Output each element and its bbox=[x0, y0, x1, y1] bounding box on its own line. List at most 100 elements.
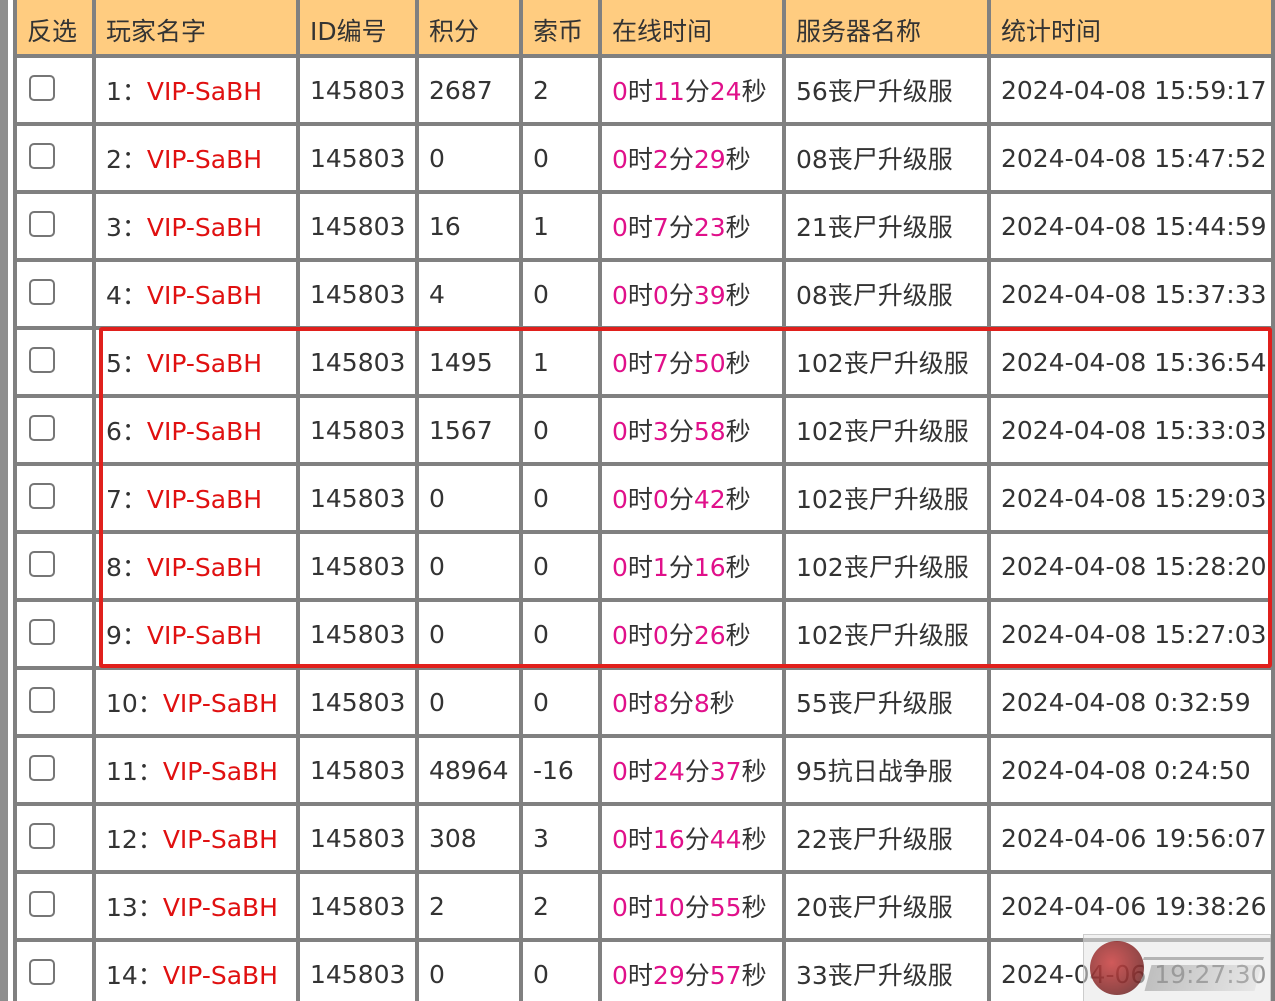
player-name-cell: 4：VIP-SaBH bbox=[96, 262, 296, 326]
row-checkbox[interactable] bbox=[29, 551, 55, 577]
online-time-cell: 0时0分39秒 bbox=[602, 262, 782, 326]
table-row: 10：VIP-SaBH 145803 0 0 0时8分8秒 55丧尸升级服 20… bbox=[17, 670, 1271, 734]
seconds-value: 42 bbox=[693, 485, 726, 514]
row-checkbox[interactable] bbox=[29, 823, 55, 849]
player-id: 145803 bbox=[300, 262, 415, 326]
select-cell bbox=[17, 194, 92, 258]
server-name: 21丧尸升级服 bbox=[786, 194, 987, 258]
table-row: 2：VIP-SaBH 145803 0 0 0时2分29秒 08丧尸升级服 20… bbox=[17, 126, 1271, 190]
points-value: 16 bbox=[419, 194, 519, 258]
row-checkbox[interactable] bbox=[29, 483, 55, 509]
row-checkbox[interactable] bbox=[29, 619, 55, 645]
row-checkbox[interactable] bbox=[29, 211, 55, 237]
minutes-value: 1 bbox=[652, 553, 669, 582]
header-stat-time: 统计时间 bbox=[991, 0, 1271, 54]
row-checkbox[interactable] bbox=[29, 279, 55, 305]
minutes-unit: 分 bbox=[684, 757, 710, 786]
minutes-value: 0 bbox=[652, 485, 669, 514]
coins-value: -16 bbox=[523, 738, 598, 802]
row-index: 2： bbox=[106, 145, 147, 174]
player-name: VIP-SaBH bbox=[146, 553, 263, 582]
player-id: 145803 bbox=[300, 58, 415, 122]
online-time-cell: 0时7分23秒 bbox=[602, 194, 782, 258]
seconds-value: 23 bbox=[693, 213, 726, 242]
coins-value: 0 bbox=[523, 670, 598, 734]
table-row: 6：VIP-SaBH 145803 1567 0 0时3分58秒 102丧尸升级… bbox=[17, 398, 1271, 462]
minutes-unit: 分 bbox=[668, 213, 694, 242]
seconds-value: 57 bbox=[709, 961, 742, 990]
seconds-value: 58 bbox=[693, 417, 726, 446]
player-name-cell: 8：VIP-SaBH bbox=[96, 534, 296, 598]
coins-value: 1 bbox=[523, 330, 598, 394]
online-time-cell: 0时7分50秒 bbox=[602, 330, 782, 394]
points-value: 48964 bbox=[419, 738, 519, 802]
row-index: 5： bbox=[106, 349, 147, 378]
hours-unit: 时 bbox=[627, 757, 653, 786]
stat-time: 2024-04-08 15:36:54 bbox=[991, 330, 1271, 394]
table-row: 13：VIP-SaBH 145803 2 2 0时10分55秒 20丧尸升级服 … bbox=[17, 874, 1271, 938]
online-time-cell: 0时3分58秒 bbox=[602, 398, 782, 462]
stat-time: 2024-04-08 15:33:03 bbox=[991, 398, 1271, 462]
hours-unit: 时 bbox=[627, 145, 653, 174]
row-checkbox[interactable] bbox=[29, 891, 55, 917]
hours-value: 0 bbox=[612, 825, 628, 854]
hours-unit: 时 bbox=[627, 485, 653, 514]
player-id: 145803 bbox=[300, 126, 415, 190]
points-value: 0 bbox=[419, 670, 519, 734]
points-value: 1567 bbox=[419, 398, 519, 462]
online-time-cell: 0时16分44秒 bbox=[602, 806, 782, 870]
select-cell bbox=[17, 534, 92, 598]
coins-value: 1 bbox=[523, 194, 598, 258]
minutes-unit: 分 bbox=[684, 825, 710, 854]
row-checkbox[interactable] bbox=[29, 687, 55, 713]
row-index: 12： bbox=[106, 825, 163, 854]
row-checkbox[interactable] bbox=[29, 143, 55, 169]
points-value: 0 bbox=[419, 602, 519, 666]
minutes-value: 0 bbox=[652, 621, 669, 650]
select-cell bbox=[17, 262, 92, 326]
stat-time: 2024-04-06 19:56:07 bbox=[991, 806, 1271, 870]
select-cell bbox=[17, 738, 92, 802]
player-name-cell: 11：VIP-SaBH bbox=[96, 738, 296, 802]
hours-value: 0 bbox=[612, 689, 628, 718]
coins-value: 0 bbox=[523, 262, 598, 326]
online-time-cell: 0时8分8秒 bbox=[602, 670, 782, 734]
coins-value: 2 bbox=[523, 874, 598, 938]
header-invert-select[interactable]: 反选 bbox=[17, 0, 92, 54]
row-index: 4： bbox=[106, 281, 147, 310]
stat-time: 2024-04-08 0:32:59 bbox=[991, 670, 1271, 734]
coins-value: 0 bbox=[523, 466, 598, 530]
player-id: 145803 bbox=[300, 806, 415, 870]
server-name: 102丧尸升级服 bbox=[786, 602, 987, 666]
points-value: 2687 bbox=[419, 58, 519, 122]
points-value: 0 bbox=[419, 466, 519, 530]
player-name-cell: 5：VIP-SaBH bbox=[96, 330, 296, 394]
table-row: 14：VIP-SaBH 145803 0 0 0时29分57秒 33丧尸升级服 … bbox=[17, 942, 1271, 1001]
hours-value: 0 bbox=[612, 553, 628, 582]
stat-time: 2024-04-06 19:27:30 bbox=[991, 942, 1271, 1001]
row-checkbox[interactable] bbox=[29, 347, 55, 373]
hours-value: 0 bbox=[612, 77, 628, 106]
player-name-cell: 7：VIP-SaBH bbox=[96, 466, 296, 530]
player-name-cell: 3：VIP-SaBH bbox=[96, 194, 296, 258]
coins-value: 0 bbox=[523, 942, 598, 1001]
hours-unit: 时 bbox=[627, 77, 653, 106]
server-name: 56丧尸升级服 bbox=[786, 58, 987, 122]
minutes-unit: 分 bbox=[668, 621, 694, 650]
player-name-cell: 12：VIP-SaBH bbox=[96, 806, 296, 870]
seconds-unit: 秒 bbox=[741, 893, 767, 922]
player-id: 145803 bbox=[300, 602, 415, 666]
online-time-cell: 0时24分37秒 bbox=[602, 738, 782, 802]
seconds-unit: 秒 bbox=[725, 553, 751, 582]
table-row: 8：VIP-SaBH 145803 0 0 0时1分16秒 102丧尸升级服 2… bbox=[17, 534, 1271, 598]
hours-unit: 时 bbox=[627, 825, 653, 854]
row-checkbox[interactable] bbox=[29, 755, 55, 781]
player-id: 145803 bbox=[300, 874, 415, 938]
seconds-unit: 秒 bbox=[741, 825, 767, 854]
row-checkbox[interactable] bbox=[29, 415, 55, 441]
seconds-unit: 秒 bbox=[725, 485, 751, 514]
select-cell bbox=[17, 126, 92, 190]
row-checkbox[interactable] bbox=[29, 959, 55, 985]
seconds-value: 39 bbox=[693, 281, 726, 310]
row-checkbox[interactable] bbox=[29, 75, 55, 101]
